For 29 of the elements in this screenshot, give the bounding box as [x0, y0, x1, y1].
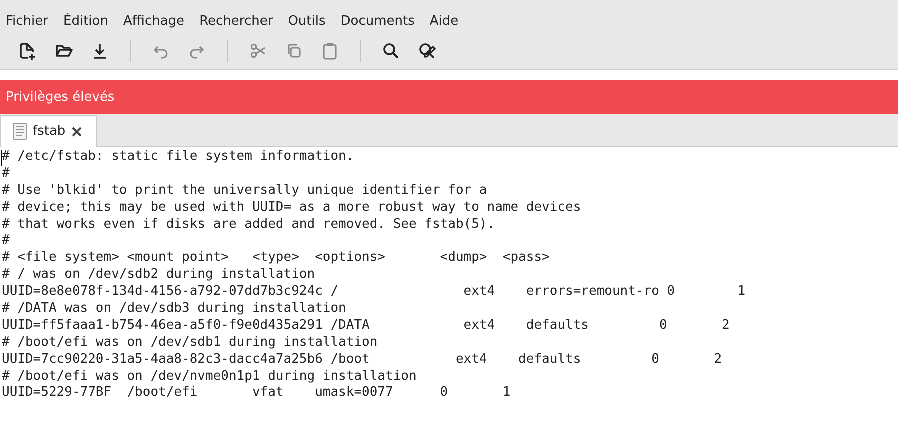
- code-line: #: [1, 233, 11, 250]
- code-line: # / was on /dev/sdb2 during installation: [1, 267, 316, 284]
- menu-item[interactable]: Aide: [424, 12, 465, 34]
- close-icon[interactable]: [72, 126, 82, 136]
- code-line: # that works even if disks are added and removed. See fstab(5).: [1, 216, 496, 234]
- banner-text: Privilèges élevés: [6, 90, 115, 104]
- menu-item[interactable]: Édition: [58, 12, 114, 34]
- menu-item[interactable]: Outils: [282, 12, 332, 34]
- document-tab[interactable]: fstab: [0, 115, 97, 147]
- menu-item[interactable]: Documents: [334, 12, 421, 34]
- menu-item[interactable]: Fichier: [0, 12, 54, 34]
- code-line: # /boot/efi was on /dev/sdb1 during installation: [1, 334, 379, 352]
- menu-item[interactable]: Affichage: [117, 12, 191, 34]
- code-line: # /boot/efi was on /dev/nvme0n1p1 during installation: [1, 368, 418, 386]
- code-line: # /DATA was on /dev/sdb3 during installation: [1, 301, 348, 318]
- document-icon: [13, 123, 27, 140]
- code-line: UUID=ff5faaa1-b754-46ea-a5f0-f9e0d435a291 /DATA ext4 defaults 0 2: [1, 318, 731, 335]
- search-replace-icon[interactable]: [417, 41, 437, 61]
- code-line: #: [1, 166, 11, 183]
- code-line: # Use 'blkid' to print the universally unique identifier for a: [1, 182, 488, 200]
- code-line: # /etc/fstab: static file system information.: [1, 149, 356, 166]
- code-line: # device; this may be used with UUID= as a more robust way to name devices: [1, 200, 582, 217]
- code-line: # <file system> <mount point> <type> <options> <dump> <pass>: [1, 250, 551, 268]
- code-line: UUID=5229-77BF /boot/efi vfat umask=0077 0 1: [1, 385, 512, 402]
- menu-item[interactable]: Rechercher: [194, 12, 280, 34]
- search-icon[interactable]: [381, 41, 401, 61]
- code-line: UUID=8e8e078f-134d-4156-a792-07dd7b3c924c / ext4 errors=remount-ro 0 1: [1, 284, 747, 302]
- new-file-icon[interactable]: [18, 41, 38, 61]
- code-line: UUID=7cc90220-31a5-4aa8-82c3-dacc4a7a25b6 /boot ext4 defaults 0 2: [1, 352, 724, 369]
